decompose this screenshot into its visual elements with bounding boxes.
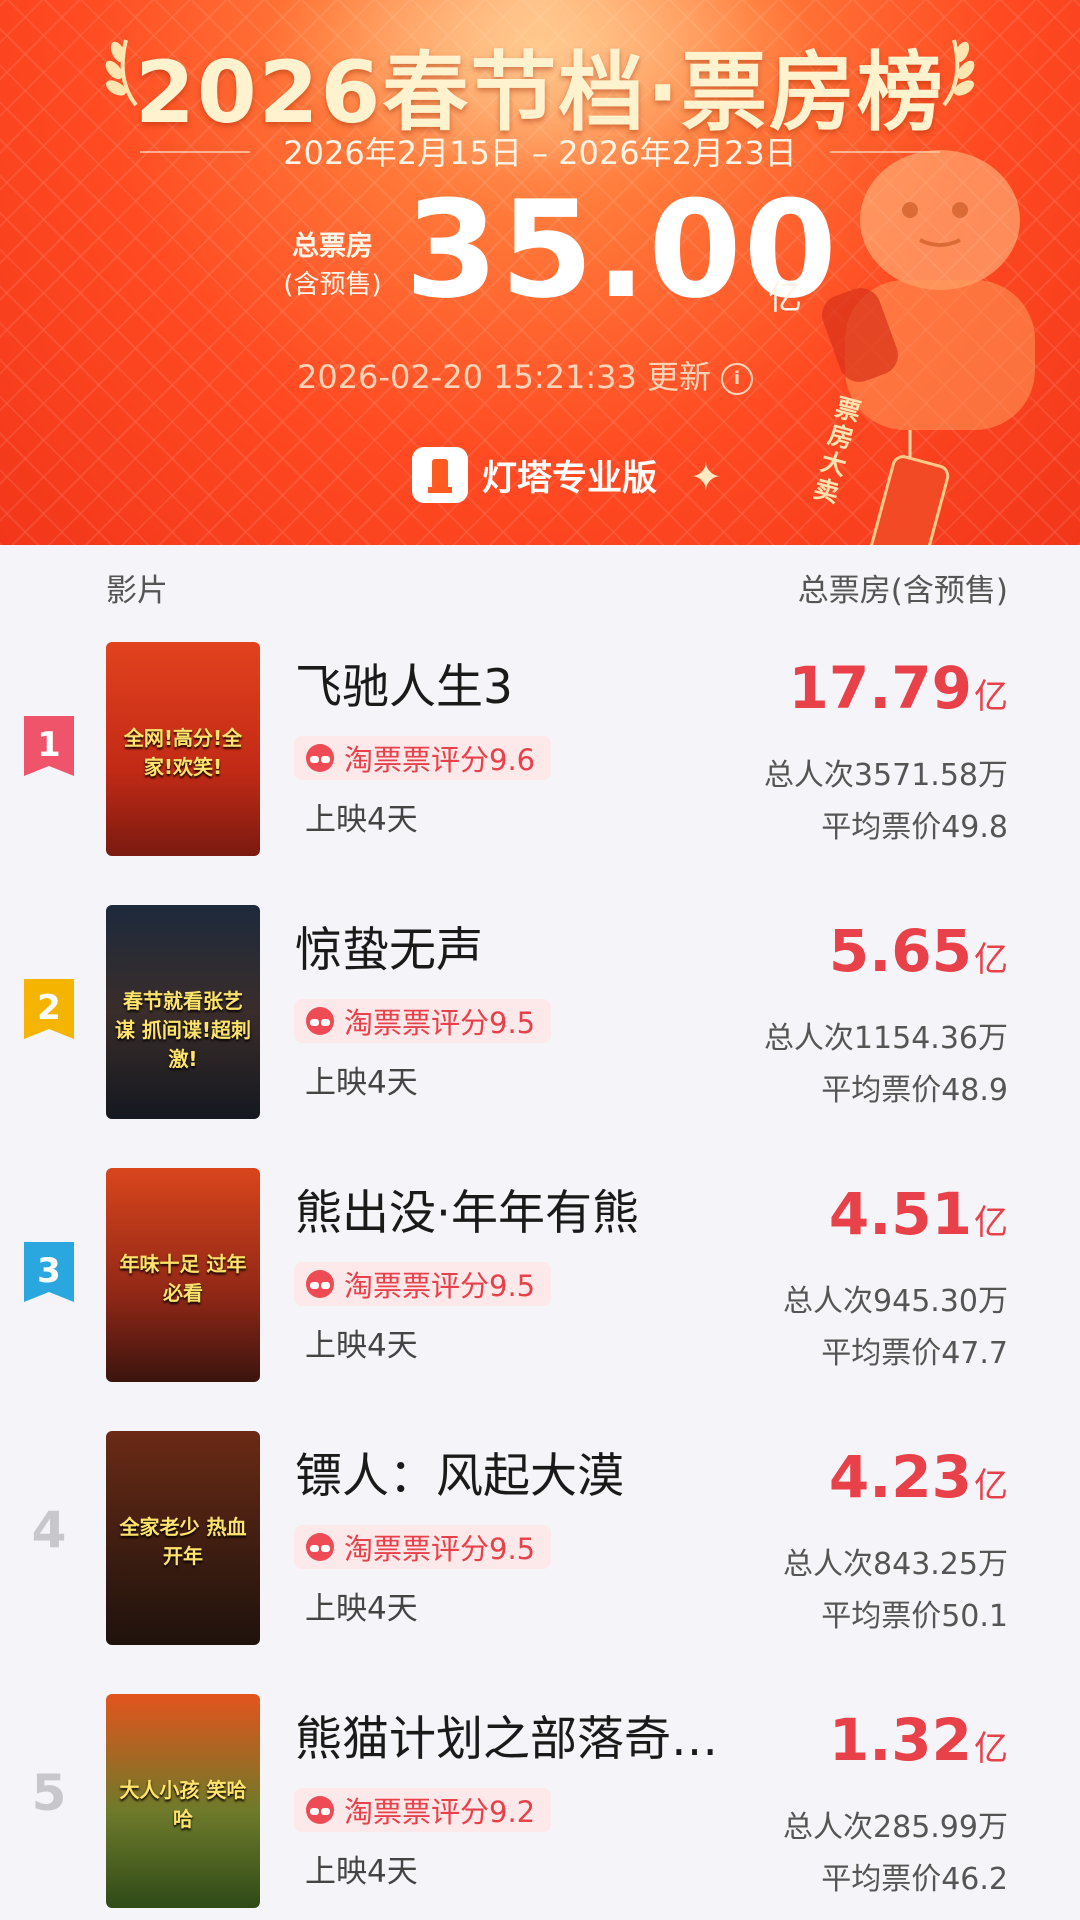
average-price: 平均票价50.1 xyxy=(821,1599,1008,1634)
gross-unit: 亿 xyxy=(974,1729,1008,1769)
laurel-right-icon xyxy=(942,39,975,107)
average-price: 平均票价46.2 xyxy=(821,1862,1008,1897)
film-poster[interactable]: 全家老少 热血开年 xyxy=(106,1431,260,1645)
table-header: 影片 总票房(含预售) xyxy=(0,565,1080,615)
rating-text: 淘票票评分9.5 xyxy=(344,1006,536,1040)
header-banner: 2026春节档·票房榜 2026年2月15日 – 2026年2月23日 总票房 … xyxy=(0,0,1080,545)
film-title[interactable]: 惊蛰无声 xyxy=(295,911,735,980)
total-viewers: 总人次945.30万 xyxy=(783,1284,1008,1319)
gross-value: 1.32 xyxy=(828,1706,972,1774)
days-showing: 上映4天 xyxy=(305,1854,418,1890)
total-viewers: 总人次843.25万 xyxy=(783,1547,1008,1582)
rank-number: 5 xyxy=(31,1764,67,1822)
taopiaopiao-glasses-icon xyxy=(306,744,334,772)
film-title[interactable]: 熊猫计划之部落奇… xyxy=(295,1700,735,1769)
rating-badge: 淘票票评分9.5 xyxy=(294,999,552,1043)
days-showing: 上映4天 xyxy=(305,802,418,838)
rating-badge: 淘票票评分9.2 xyxy=(294,1788,552,1832)
average-price: 平均票价47.7 xyxy=(821,1336,1008,1371)
update-time-text: 2026-02-20 15:21:33 更新 xyxy=(296,358,712,396)
poster-tagline: 大人小孩 笑哈哈 xyxy=(119,1778,247,1831)
total-label-main: 总票房 xyxy=(292,231,373,262)
gross-value: 5.65 xyxy=(828,917,972,985)
film-gross: 4.51亿 xyxy=(829,1180,1008,1248)
average-price: 平均票价49.8 xyxy=(821,810,1008,845)
rating-text: 淘票票评分9.6 xyxy=(344,743,536,777)
rating-badge: 淘票票评分9.5 xyxy=(294,1262,552,1306)
gross-unit: 亿 xyxy=(974,1466,1008,1506)
film-poster[interactable]: 大人小孩 笑哈哈 xyxy=(106,1694,260,1908)
rank-number: 4 xyxy=(31,1501,67,1559)
poster-tagline: 年味十足 过年必看 xyxy=(119,1252,247,1305)
sparkle-icon: ✦ xyxy=(690,455,722,499)
total-label: 总票房 (含预售) xyxy=(270,228,395,304)
gross-value: 4.51 xyxy=(828,1180,972,1248)
film-gross: 17.79亿 xyxy=(789,654,1008,722)
brand: 灯塔专业版 xyxy=(412,446,657,504)
taopiaopiao-glasses-icon xyxy=(306,1533,334,1561)
rating-badge: 淘票票评分9.6 xyxy=(294,736,552,780)
film-gross: 5.65亿 xyxy=(829,917,1008,985)
rank-number: 3 xyxy=(37,1251,61,1291)
gross-unit: 亿 xyxy=(974,677,1008,717)
taopiaopiao-glasses-icon xyxy=(306,1270,334,1298)
days-showing: 上映4天 xyxy=(305,1065,418,1101)
film-row[interactable]: 3 年味十足 过年必看 熊出没·年年有熊 淘票票评分9.5 上映4天 4.51亿… xyxy=(0,1168,1080,1388)
film-title[interactable]: 镖人：风起大漠 xyxy=(295,1437,735,1506)
film-gross: 4.23亿 xyxy=(829,1443,1008,1511)
rank-badge-icon: 3 xyxy=(24,1242,74,1302)
info-icon[interactable]: i xyxy=(721,363,754,395)
film-poster[interactable]: 春节就看张艺谋 抓间谍!超刺激! xyxy=(106,905,260,1119)
film-row[interactable]: 5 大人小孩 笑哈哈 熊猫计划之部落奇… 淘票票评分9.2 上映4天 1.32亿… xyxy=(0,1694,1080,1914)
poster-tagline: 全网!高分!全家!欢笑! xyxy=(123,726,243,779)
rating-text: 淘票票评分9.5 xyxy=(344,1532,536,1566)
film-column-header: 影片 xyxy=(106,573,168,609)
film-row[interactable]: 4 全家老少 热血开年 镖人：风起大漠 淘票票评分9.5 上映4天 4.23亿 … xyxy=(0,1431,1080,1651)
gross-value: 4.23 xyxy=(828,1443,972,1511)
total-viewers: 总人次1154.36万 xyxy=(763,1021,1008,1056)
taopiaopiao-glasses-icon xyxy=(306,1007,334,1035)
poster-tagline: 春节就看张艺谋 抓间谍!超刺激! xyxy=(114,989,252,1071)
film-title[interactable]: 飞驰人生3 xyxy=(295,648,735,717)
gross-value: 17.79 xyxy=(788,654,972,722)
days-showing: 上映4天 xyxy=(305,1591,418,1627)
gross-column-header: 总票房(含预售) xyxy=(797,573,1008,609)
brand-name: 灯塔专业版 xyxy=(482,458,658,499)
rating-text: 淘票票评分9.2 xyxy=(344,1795,536,1829)
film-poster[interactable]: 年味十足 过年必看 xyxy=(106,1168,260,1382)
total-viewers: 总人次285.99万 xyxy=(783,1810,1008,1845)
taopiaopiao-glasses-icon xyxy=(306,1796,334,1824)
rank-number: 2 xyxy=(37,988,61,1028)
lighthouse-logo-icon xyxy=(412,447,468,503)
film-title[interactable]: 熊出没·年年有熊 xyxy=(295,1174,735,1243)
total-label-sub: (含预售) xyxy=(283,270,382,300)
film-row[interactable]: 1 全网!高分!全家!欢笑! 飞驰人生3 淘票票评分9.6 上映4天 17.79… xyxy=(0,642,1080,862)
rank-badge-icon: 1 xyxy=(24,716,74,776)
gross-unit: 亿 xyxy=(974,940,1008,980)
days-showing: 上映4天 xyxy=(305,1328,418,1364)
gross-unit: 亿 xyxy=(974,1203,1008,1243)
rating-text: 淘票票评分9.5 xyxy=(344,1269,536,1303)
rank-number: 1 xyxy=(37,725,61,765)
poster-tagline: 全家老少 热血开年 xyxy=(119,1515,247,1568)
film-row[interactable]: 2 春节就看张艺谋 抓间谍!超刺激! 惊蛰无声 淘票票评分9.5 上映4天 5.… xyxy=(0,905,1080,1125)
average-price: 平均票价48.9 xyxy=(821,1073,1008,1108)
film-gross: 1.32亿 xyxy=(829,1706,1008,1774)
film-poster[interactable]: 全网!高分!全家!欢笑! xyxy=(106,642,260,856)
total-viewers: 总人次3571.58万 xyxy=(763,758,1008,793)
rating-badge: 淘票票评分9.5 xyxy=(294,1525,552,1569)
rank-badge-icon: 2 xyxy=(24,979,74,1039)
